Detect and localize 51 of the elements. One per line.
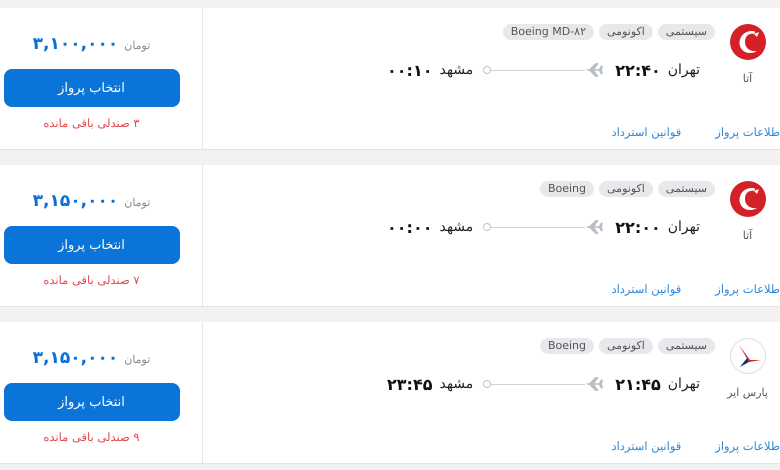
price: ۳,۱۵۰,۰۰۰ xyxy=(32,348,118,368)
arrival-time: ۲۳:۴۵ xyxy=(387,374,432,394)
flight-tag: Boeing MD-۸۲ xyxy=(502,24,594,40)
flight-tag: اکونومی xyxy=(599,338,653,354)
price: ۳,۱۰۰,۰۰۰ xyxy=(32,34,118,54)
info-link[interactable]: قوانین استرداد xyxy=(611,282,682,296)
origin-city: تهران xyxy=(668,376,700,392)
select-flight-button[interactable]: انتخاب پرواز xyxy=(4,383,180,421)
airline-logo-icon xyxy=(730,181,766,217)
price: ۳,۱۵۰,۰۰۰ xyxy=(32,191,118,211)
seats-remaining: ۹ صندلی باقی مانده xyxy=(43,430,140,444)
info-link[interactable]: قوانین استرداد xyxy=(611,125,682,139)
arrival-time: ۰۰:۱۰ xyxy=(387,60,432,80)
airline-name: پارس ایر xyxy=(727,386,768,399)
departure-time: ۲۲:۴۰ xyxy=(615,60,661,80)
select-flight-button[interactable]: انتخاب پرواز xyxy=(4,226,180,264)
seats-remaining: ۷ صندلی باقی مانده xyxy=(43,273,140,287)
flight-tag: Boeing xyxy=(540,338,594,354)
flight-tag: اکونومی xyxy=(599,24,653,40)
flight-tag: سیستمی xyxy=(658,181,715,197)
route-end-dot xyxy=(483,223,492,231)
departure-time: ۲۲:۰۰ xyxy=(615,218,661,236)
currency-label: تومان xyxy=(124,39,150,52)
flight-tag: اکونومی xyxy=(599,181,653,197)
seats-remaining: ۳ صندلی باقی مانده xyxy=(43,116,140,130)
destination-city: مشهد xyxy=(439,376,474,392)
departure-time: ۲۱:۴۵ xyxy=(615,374,661,394)
airline-logo-icon xyxy=(730,24,766,60)
airline-logo-icon xyxy=(730,338,766,374)
flight-tag: سیستمی xyxy=(658,24,715,40)
airplane-icon xyxy=(585,218,604,236)
destination-city: مشهد xyxy=(439,219,474,235)
arrival-time: ۰۰:۰۰ xyxy=(387,218,432,236)
info-link[interactable]: طلاعات پرواز xyxy=(715,282,780,296)
currency-label: تومان xyxy=(124,196,150,209)
origin-city: تهران xyxy=(668,62,700,78)
airplane-icon xyxy=(585,375,604,393)
flight-tag: سیستمی xyxy=(658,338,715,354)
info-link[interactable]: طلاعات پرواز xyxy=(715,439,780,453)
origin-city: تهران xyxy=(668,219,700,235)
info-link[interactable]: قوانین استرداد xyxy=(611,439,682,453)
airline-name: آتا xyxy=(742,72,752,85)
flight-tag: Boeing xyxy=(540,181,594,197)
info-link[interactable]: طلاعات پرواز xyxy=(715,125,780,139)
select-flight-button[interactable]: انتخاب پرواز xyxy=(4,69,180,107)
route-end-dot xyxy=(483,380,492,388)
airplane-icon xyxy=(585,61,604,79)
route-end-dot xyxy=(483,66,492,74)
currency-label: تومان xyxy=(124,353,150,366)
airline-name: آتا xyxy=(742,229,752,242)
destination-city: مشهد xyxy=(439,62,474,78)
